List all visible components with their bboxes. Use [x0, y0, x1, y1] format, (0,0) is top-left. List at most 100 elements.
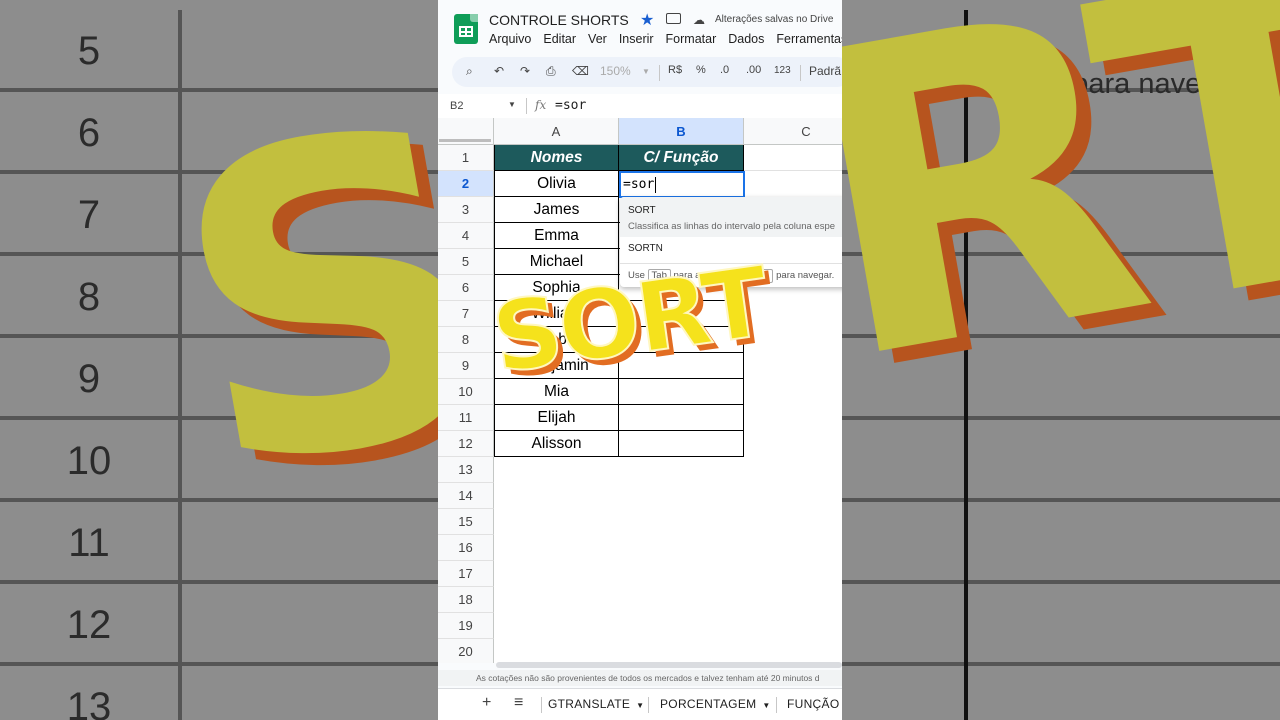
- tab-gtranslate[interactable]: GTRANSLATE ▼: [548, 697, 644, 711]
- menu-editar[interactable]: Editar: [543, 32, 576, 46]
- active-cell-b2[interactable]: =sor: [619, 171, 745, 198]
- row-header[interactable]: 18: [438, 587, 494, 613]
- sheet-tabs-bar: + ≡ GTRANSLATE ▼ PORCENTAGEM ▼ FUNÇÃO S: [438, 688, 842, 720]
- bg-row-number: 11: [68, 520, 110, 565]
- horizontal-scrollbar[interactable]: [496, 662, 842, 668]
- move-folder-icon[interactable]: [666, 13, 681, 24]
- row-header[interactable]: 15: [438, 509, 494, 535]
- row-header[interactable]: 5: [438, 249, 494, 275]
- name-cell[interactable]: Emma: [494, 223, 619, 249]
- tab-funcao[interactable]: FUNÇÃO S: [787, 697, 842, 711]
- tab-label: GTRANSLATE: [548, 697, 631, 711]
- undo-icon[interactable]: ↶: [494, 64, 504, 78]
- suggestion-sortn[interactable]: SORTN: [628, 243, 663, 254]
- toolbar: ⌕ ↶ ↷ ⎙ ⌫ 150% ▼ R$ % .0 .00 123 Padrã: [452, 57, 842, 87]
- zoom-select[interactable]: 150%: [600, 64, 631, 78]
- select-all-corner[interactable]: [438, 118, 494, 145]
- row-header[interactable]: 20: [438, 639, 494, 663]
- cell[interactable]: [744, 145, 842, 171]
- tab-label: PORCENTAGEM: [660, 697, 757, 711]
- hint-navigate: para navegar.: [776, 270, 835, 281]
- row-header[interactable]: 11: [438, 405, 494, 431]
- suggestion-sort-description: Classifica as linhas do intervalo pela c…: [628, 221, 836, 232]
- bg-row-number: 10: [66, 438, 112, 483]
- row-header[interactable]: 8: [438, 327, 494, 353]
- cell[interactable]: [619, 431, 744, 457]
- cloud-saved-icon: ☁: [693, 13, 705, 27]
- chevron-down-icon[interactable]: ▼: [642, 67, 650, 76]
- column-header-c[interactable]: C: [744, 118, 842, 145]
- column-header-a[interactable]: A: [494, 118, 619, 145]
- decrease-decimal-button[interactable]: .0: [720, 64, 729, 76]
- menu-bar: Arquivo Editar Ver Inserir Formatar Dado…: [489, 32, 842, 46]
- tab-divider: [776, 697, 777, 713]
- column-header-b[interactable]: B: [619, 118, 744, 145]
- menu-inserir[interactable]: Inserir: [619, 32, 654, 46]
- tab-divider: [541, 697, 542, 713]
- tab-porcentagem[interactable]: PORCENTAGEM ▼: [660, 697, 771, 711]
- tab-divider: [648, 697, 649, 713]
- cell[interactable]: [619, 405, 744, 431]
- chevron-down-icon[interactable]: ▼: [762, 701, 770, 710]
- row-header[interactable]: 7: [438, 301, 494, 327]
- quotes-notice: As cotações não são provenientes de todo…: [438, 670, 842, 686]
- bg-row-number: 5: [77, 28, 101, 73]
- active-cell-text: =sor: [623, 177, 655, 192]
- search-icon[interactable]: ⌕: [466, 64, 473, 79]
- currency-format-button[interactable]: R$: [668, 64, 682, 76]
- menu-formatar[interactable]: Formatar: [666, 32, 717, 46]
- sheets-logo-icon[interactable]: [454, 14, 478, 44]
- row-header[interactable]: 16: [438, 535, 494, 561]
- bg-row-number: 9: [77, 356, 101, 401]
- row-header[interactable]: 12: [438, 431, 494, 457]
- header-cell-funcao[interactable]: C/ Função: [619, 145, 744, 171]
- menu-ferramentas[interactable]: Ferramentas: [776, 32, 842, 46]
- redo-icon[interactable]: ↷: [520, 64, 530, 78]
- text-caret: [655, 176, 657, 193]
- menu-dados[interactable]: Dados: [728, 32, 764, 46]
- name-cell[interactable]: Elijah: [494, 405, 619, 431]
- name-cell[interactable]: James: [494, 197, 619, 223]
- row-header[interactable]: 13: [438, 457, 494, 483]
- bg-row-number: 7: [77, 192, 101, 237]
- row-header[interactable]: 4: [438, 223, 494, 249]
- bg-row-number: 12: [66, 602, 112, 647]
- formula-input[interactable]: =sor: [555, 98, 586, 113]
- chevron-down-icon[interactable]: ▼: [508, 100, 516, 109]
- percent-format-button[interactable]: %: [696, 64, 706, 76]
- font-select[interactable]: Padrã: [809, 64, 841, 78]
- increase-decimal-button[interactable]: .00: [746, 64, 761, 76]
- document-title[interactable]: CONTROLE SHORTS: [489, 12, 629, 28]
- more-formats-button[interactable]: 123: [774, 65, 791, 76]
- paint-format-icon[interactable]: ⌫: [572, 64, 589, 78]
- name-cell[interactable]: Alisson: [494, 431, 619, 457]
- menu-arquivo[interactable]: Arquivo: [489, 32, 531, 46]
- star-icon[interactable]: ★: [640, 10, 654, 30]
- row-header[interactable]: 17: [438, 561, 494, 587]
- row-header[interactable]: 9: [438, 353, 494, 379]
- header-cell-nomes[interactable]: Nomes: [494, 145, 619, 171]
- name-cell[interactable]: Olivia: [494, 171, 619, 197]
- row-header[interactable]: 2: [438, 171, 494, 197]
- row-header[interactable]: 1: [438, 145, 494, 171]
- title-bar: CONTROLE SHORTS ★ ☁ Alterações salvas no…: [438, 0, 842, 54]
- row-header[interactable]: 19: [438, 613, 494, 639]
- menu-ver[interactable]: Ver: [588, 32, 607, 46]
- toolbar-divider: [659, 65, 660, 81]
- add-sheet-icon[interactable]: +: [482, 694, 491, 712]
- formula-divider: [526, 98, 527, 114]
- row-header[interactable]: 10: [438, 379, 494, 405]
- save-status[interactable]: Alterações salvas no Drive: [715, 14, 833, 25]
- suggestion-sort[interactable]: SORT: [628, 205, 656, 216]
- row-header[interactable]: 3: [438, 197, 494, 223]
- bg-row-number: 13: [66, 684, 112, 720]
- name-box[interactable]: B2: [450, 100, 463, 112]
- chevron-down-icon[interactable]: ▼: [636, 701, 644, 710]
- row-header[interactable]: 14: [438, 483, 494, 509]
- toolbar-divider: [800, 65, 801, 81]
- print-icon[interactable]: ⎙: [546, 64, 556, 79]
- all-sheets-icon[interactable]: ≡: [514, 694, 523, 712]
- bg-row-number: 8: [77, 274, 101, 319]
- fx-icon: fx: [535, 98, 547, 112]
- cell[interactable]: [619, 379, 744, 405]
